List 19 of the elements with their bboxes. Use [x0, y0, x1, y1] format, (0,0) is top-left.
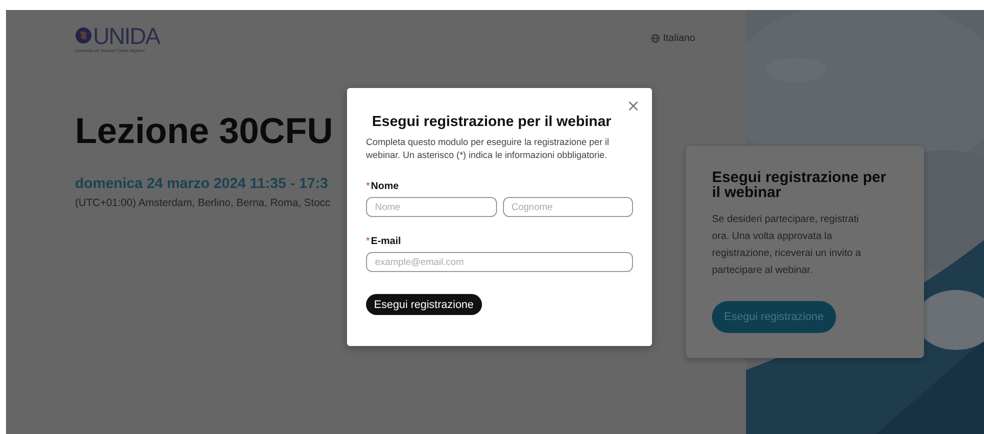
submit-button[interactable]: Esegui registrazione: [366, 294, 482, 315]
input-field[interactable]: Nome: [366, 197, 496, 217]
input-field[interactable]: Cognome: [502, 197, 633, 217]
required-asterisk: *: [366, 181, 370, 192]
card-title: Esegui registrazione per il webinar: [712, 170, 887, 200]
field-label: E-mail: [370, 236, 401, 247]
field-label: Nome: [370, 181, 399, 192]
dialog-description: Completa questo modulo per eseguire la registrazione per il webinar. Un asterisco (*) indica le informazioni obbligatorie.: [366, 136, 610, 162]
event-date: domenica 24 marzo 2024 11:35 - 17:3: [75, 176, 328, 192]
card-text: Se desideri partecipare, registrati ora. Una volta approvata la registrazione, riceverai un invito a partecipare al webinar.: [712, 213, 862, 278]
dialog-title: Esegui registrazione per il webinar: [372, 114, 612, 130]
event-title: Lezione 30CFU: [75, 110, 334, 152]
event-timezone: (UTC+01:00) Amsterdam, Berlino, Berna, Roma, Stocc: [75, 197, 330, 209]
required-asterisk: *: [366, 236, 370, 247]
language-selector[interactable]: Italiano: [663, 32, 696, 44]
input-field[interactable]: example@email.com: [366, 252, 633, 272]
logo-wordmark: UNIDA: [93, 24, 160, 48]
globe-icon: [651, 34, 660, 42]
globe-logo-icon: [75, 27, 92, 44]
